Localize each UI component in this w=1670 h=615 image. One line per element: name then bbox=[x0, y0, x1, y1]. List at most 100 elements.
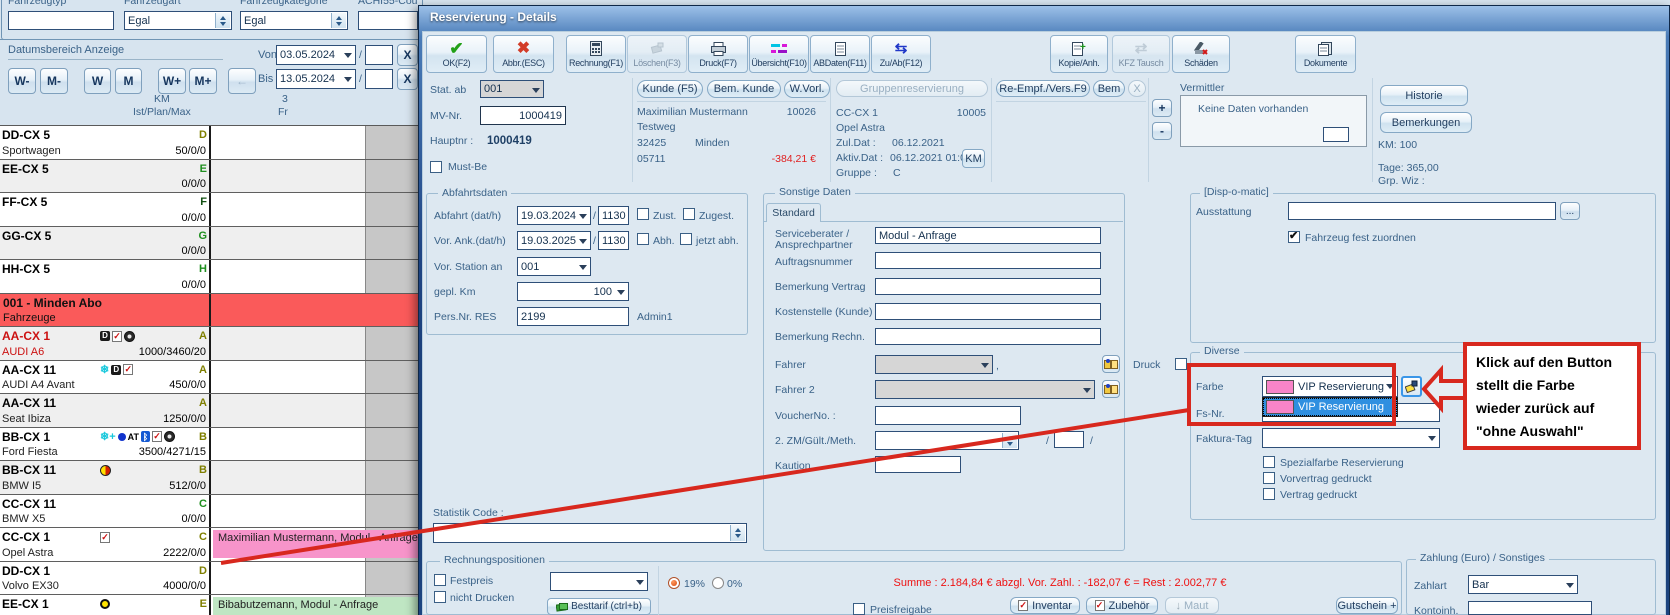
fahrer2-select[interactable] bbox=[875, 380, 1095, 399]
faktura-tag-select[interactable] bbox=[1262, 428, 1440, 448]
screen: Fahrzeugtyp Fahrzeugart Fahrzeugkategori… bbox=[0, 0, 1670, 615]
schaeden-button[interactable]: Schäden bbox=[1172, 35, 1230, 73]
bemerkungen-button[interactable]: Bemerkungen bbox=[1380, 112, 1472, 133]
dispomatic-group-label: [Disp-o-matic] bbox=[1200, 186, 1273, 198]
zahlart-select[interactable]: Bar bbox=[1468, 575, 1578, 594]
pers-nr-value: 2199 bbox=[521, 311, 545, 323]
zust-checkbox[interactable] bbox=[637, 208, 649, 220]
dokumente-button[interactable]: Dokumente bbox=[1295, 35, 1356, 73]
grp-wiz-info: Grp. Wiz : bbox=[1378, 175, 1425, 187]
bemerkung-rechn-input[interactable] bbox=[875, 328, 1101, 345]
chevron-down-icon bbox=[579, 239, 587, 248]
hauptnr-label: Hauptnr : bbox=[430, 135, 473, 147]
pers-nr-input[interactable]: 2199 bbox=[517, 307, 629, 326]
loeschen-button: Löschen(F3) bbox=[627, 35, 687, 73]
kostenstelle-input[interactable] bbox=[875, 303, 1101, 320]
druck-checkbox[interactable] bbox=[1175, 358, 1187, 370]
ok-button[interactable]: ✔ OK(F2) bbox=[426, 35, 487, 73]
customer-street: Testweg bbox=[637, 121, 676, 133]
abfahrt-date-select[interactable]: 19.03.2024 bbox=[517, 206, 591, 225]
voucher-input[interactable] bbox=[875, 406, 1021, 425]
cancel-button[interactable]: ✖ Abbr.(ESC) bbox=[493, 35, 554, 73]
dialog-content: ✔ OK(F2) ✖ Abbr.(ESC) Rechnung(F1) Lösch… bbox=[0, 0, 1670, 615]
gutschein-button[interactable]: Gutschein + bbox=[1336, 597, 1398, 614]
kaution-input[interactable] bbox=[875, 456, 961, 473]
vermittler-remove-button[interactable]: - bbox=[1152, 122, 1172, 140]
abh-checkbox[interactable] bbox=[637, 233, 649, 245]
zuldat-label: Zul.Dat : bbox=[836, 137, 876, 149]
vor-station-select[interactable]: 001 bbox=[517, 257, 591, 276]
gepl-km-select[interactable]: 100 bbox=[517, 282, 629, 301]
mv-nr-input[interactable]: 1000419 bbox=[480, 106, 566, 125]
kopie-button[interactable]: + Kopie/Anh. bbox=[1050, 35, 1108, 73]
abdaten-button[interactable]: ABDaten(F11) bbox=[810, 35, 870, 73]
bem-kunde-button[interactable]: Bem. Kunde bbox=[707, 80, 781, 98]
vor-ank-time-input[interactable]: 1130 bbox=[598, 231, 629, 250]
farbe-reset-button[interactable] bbox=[1401, 376, 1422, 397]
gruppe-value: C bbox=[893, 167, 901, 179]
fahrzeug-fest-checkbox[interactable] bbox=[1288, 231, 1300, 243]
uebersicht-button-label: Übersicht(F10) bbox=[751, 58, 806, 68]
printer-icon bbox=[711, 41, 726, 57]
zugest-checkbox[interactable] bbox=[683, 208, 695, 220]
vermittler-empty-text: Keine Daten vorhanden bbox=[1198, 103, 1308, 115]
jetzt-abh-checkbox[interactable] bbox=[680, 233, 692, 245]
fahrer-select[interactable] bbox=[875, 355, 993, 374]
zubehoer-button[interactable]: ✓ Zubehör bbox=[1086, 597, 1158, 614]
wvorl-button[interactable]: W.Vorl. bbox=[784, 80, 830, 98]
kunde-button[interactable]: Kunde (F5) bbox=[637, 80, 703, 98]
rechnung-button[interactable]: Rechnung(F1) bbox=[566, 35, 626, 73]
besttarif-button[interactable]: Besttarif (ctrl+b) bbox=[547, 598, 651, 615]
vermittler-page-input[interactable] bbox=[1323, 127, 1349, 142]
auftragsnummer-input[interactable] bbox=[875, 252, 1101, 269]
annotation-line-4: "ohne Auswahl" bbox=[1476, 420, 1633, 443]
besttarif-button-label: Besttarif (ctrl+b) bbox=[571, 601, 642, 612]
serviceberater-input[interactable]: Modul - Anfrage bbox=[875, 227, 1101, 244]
chevron-down-icon bbox=[617, 290, 625, 299]
vor-ank-date-select[interactable]: 19.03.2025 bbox=[517, 231, 591, 250]
druck-button[interactable]: Druck(F7) bbox=[688, 35, 748, 73]
inventar-button[interactable]: ✓ Inventar bbox=[1010, 597, 1080, 614]
abh-label: Abh. bbox=[653, 235, 675, 247]
re-empf-button[interactable]: Re-Empf./Vers.F9 bbox=[996, 80, 1090, 97]
must-be-checkbox[interactable] bbox=[430, 161, 442, 173]
annotation-highlight-rect bbox=[1187, 363, 1396, 426]
zm-input[interactable] bbox=[875, 431, 1019, 450]
nicht-drucken-checkbox[interactable] bbox=[434, 591, 446, 603]
zuab-button[interactable]: ⇆ Zu/Ab(F12) bbox=[871, 35, 931, 73]
vermittler-add-button[interactable]: + bbox=[1152, 99, 1172, 117]
bem-button[interactable]: Bem bbox=[1093, 80, 1125, 97]
spinner-icon[interactable] bbox=[1002, 433, 1017, 448]
loeschen-button-label: Löschen(F3) bbox=[633, 58, 680, 68]
spezialfarbe-checkbox[interactable] bbox=[1263, 456, 1275, 468]
vorvertrag-checkbox[interactable] bbox=[1263, 472, 1275, 484]
kontoinh-input[interactable] bbox=[1468, 601, 1592, 615]
svg-text:+: + bbox=[1080, 42, 1086, 53]
vat-0-radio[interactable] bbox=[712, 577, 724, 589]
zm-gueltig-input[interactable] bbox=[1054, 431, 1084, 448]
kfz-tausch-button-label: KFZ Tausch bbox=[1119, 58, 1164, 68]
chevron-down-icon bbox=[579, 214, 587, 223]
km-button[interactable]: KM bbox=[962, 149, 985, 168]
overview-icon bbox=[771, 41, 787, 57]
festpreis-checkbox[interactable] bbox=[434, 574, 446, 586]
chevron-down-icon bbox=[579, 265, 587, 274]
nicht-drucken-label: nicht Drucken bbox=[450, 592, 514, 604]
tab-standard[interactable]: Standard bbox=[766, 203, 821, 222]
uebersicht-button[interactable]: Übersicht(F10) bbox=[749, 35, 809, 73]
abfahrt-time-input[interactable]: 1130 bbox=[598, 206, 629, 225]
historie-button[interactable]: Historie bbox=[1380, 85, 1468, 106]
vertrag-checkbox[interactable] bbox=[1263, 488, 1275, 500]
bemerkung-vertrag-input[interactable] bbox=[875, 278, 1101, 295]
auftragsnummer-label: Auftragsnummer bbox=[775, 256, 853, 268]
stat-ab-select[interactable]: 001 bbox=[480, 80, 544, 98]
preisfreigabe-checkbox[interactable] bbox=[853, 603, 865, 615]
hauptnr-value: 1000419 bbox=[487, 135, 532, 147]
spinner-icon[interactable] bbox=[730, 525, 745, 541]
ausstattung-input[interactable] bbox=[1288, 202, 1556, 220]
zubehoer-button-label: Zubehör bbox=[1109, 600, 1150, 612]
zahlart-value: Bar bbox=[1472, 579, 1489, 591]
tarif-select[interactable] bbox=[550, 572, 648, 591]
statistik-code-input[interactable] bbox=[433, 523, 747, 543]
vat-19-radio[interactable] bbox=[668, 577, 680, 589]
